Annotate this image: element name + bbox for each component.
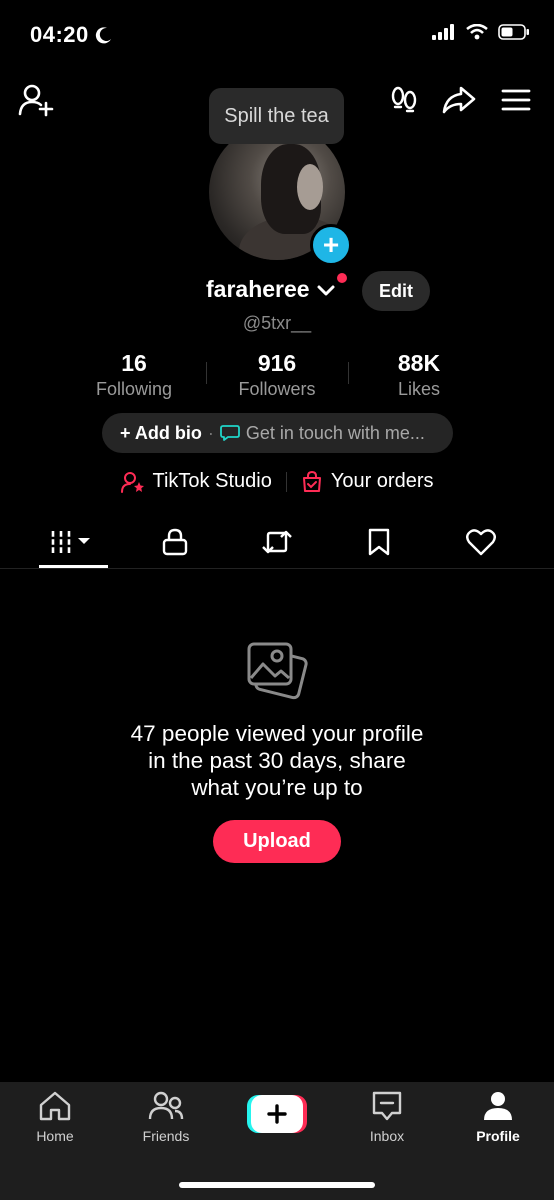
message-line: 47 people viewed your profile xyxy=(130,721,424,746)
hamburger-menu-icon xyxy=(501,89,531,111)
battery-icon xyxy=(498,24,529,40)
tab-liked[interactable] xyxy=(441,520,521,564)
edit-profile-button[interactable]: Edit xyxy=(362,271,430,311)
grid-lines-icon xyxy=(51,531,90,553)
stat-label: Followers xyxy=(238,379,316,399)
home-icon xyxy=(39,1091,71,1121)
add-bio-button[interactable]: + Add bio xyxy=(120,423,202,444)
shortcut-links-row: TikTok Studio Your orders xyxy=(0,470,554,493)
chevron-down-icon xyxy=(317,285,335,295)
username: faraheree xyxy=(206,276,310,302)
add-friend-icon xyxy=(18,84,54,117)
share-profile-button[interactable] xyxy=(441,82,477,118)
nav-inbox[interactable]: Inbox xyxy=(342,1090,432,1144)
footprints-icon xyxy=(391,86,417,113)
inbox-icon xyxy=(372,1091,402,1121)
footprints-button[interactable] xyxy=(386,82,422,118)
stat-followers[interactable]: 916 Followers xyxy=(207,350,347,400)
tab-reposts[interactable] xyxy=(237,520,317,564)
create-icon xyxy=(247,1095,307,1133)
lock-icon xyxy=(162,528,188,556)
friends-icon xyxy=(148,1091,184,1120)
stat-label: Following xyxy=(95,379,173,399)
stat-likes[interactable]: 88K Likes xyxy=(349,350,489,400)
menu-button[interactable] xyxy=(498,82,534,118)
avatar-photo-shape xyxy=(297,164,323,210)
shopping-bag-icon xyxy=(302,470,321,492)
add-story-button[interactable]: + xyxy=(310,224,352,266)
nav-home[interactable]: Home xyxy=(10,1090,100,1144)
your-orders-link[interactable]: Your orders xyxy=(301,470,434,493)
contact-button[interactable]: Get in touch with me... xyxy=(246,423,425,444)
stat-value: 16 xyxy=(121,350,147,376)
profile-icon xyxy=(484,1092,512,1120)
add-friend-button[interactable] xyxy=(18,82,54,118)
share-icon xyxy=(442,86,476,114)
tooltip-bubble[interactable]: Spill the tea xyxy=(209,88,344,144)
username-row[interactable]: faraheree xyxy=(206,276,336,303)
create-button[interactable] xyxy=(247,1094,307,1134)
stat-following[interactable]: 16 Following xyxy=(64,350,204,400)
nav-label: Inbox xyxy=(369,1128,405,1144)
nav-label: Home xyxy=(36,1128,74,1144)
nav-profile[interactable]: Profile xyxy=(453,1090,543,1144)
tiktok-studio-label: TikTok Studio xyxy=(152,470,272,492)
content-tabs xyxy=(0,520,554,568)
home-indicator[interactable] xyxy=(179,1182,375,1188)
tooltip-text: Spill the tea xyxy=(224,104,329,127)
message-line: what you’re up to xyxy=(191,775,363,800)
tab-private[interactable] xyxy=(135,520,215,564)
bookmark-icon xyxy=(368,528,390,556)
tabs-divider xyxy=(0,568,554,569)
plus-icon: + xyxy=(322,229,340,260)
chat-bubble-icon xyxy=(219,425,240,441)
heart-icon xyxy=(466,529,496,556)
message-line: in the past 30 days, share xyxy=(148,748,406,773)
tiktok-studio-link[interactable]: TikTok Studio xyxy=(120,470,272,493)
profile-handle: @5txr__ xyxy=(242,313,312,333)
stat-value: 916 xyxy=(257,350,297,376)
your-orders-label: Your orders xyxy=(330,470,434,492)
tab-favorites[interactable] xyxy=(339,520,419,564)
repost-icon xyxy=(262,530,292,554)
bio-separator: · xyxy=(207,422,214,443)
nav-label: Profile xyxy=(476,1128,520,1144)
status-bar-time: 04:20 xyxy=(30,22,113,48)
signal-icon xyxy=(432,24,454,40)
upload-label: Upload xyxy=(243,830,311,852)
creator-star-icon xyxy=(120,471,144,493)
status-bar-indicators xyxy=(432,24,530,40)
nav-label: Friends xyxy=(142,1128,190,1144)
photos-icon xyxy=(247,642,308,700)
stat-value: 88K xyxy=(397,350,441,376)
wifi-icon xyxy=(466,24,488,40)
bio-pill[interactable]: + Add bio · Get in touch with me... xyxy=(102,413,453,453)
clock-text: 04:20 xyxy=(30,22,89,47)
nav-friends[interactable]: Friends xyxy=(121,1090,211,1144)
upload-button[interactable]: Upload xyxy=(213,820,341,863)
profile-views-message: 47 people viewed your profile in the pas… xyxy=(0,720,554,801)
links-divider xyxy=(285,471,287,492)
tab-videos[interactable] xyxy=(33,520,113,564)
notification-dot xyxy=(337,273,347,283)
moon-icon xyxy=(95,27,111,44)
stat-label: Likes xyxy=(397,379,441,399)
edit-label: Edit xyxy=(379,280,413,301)
